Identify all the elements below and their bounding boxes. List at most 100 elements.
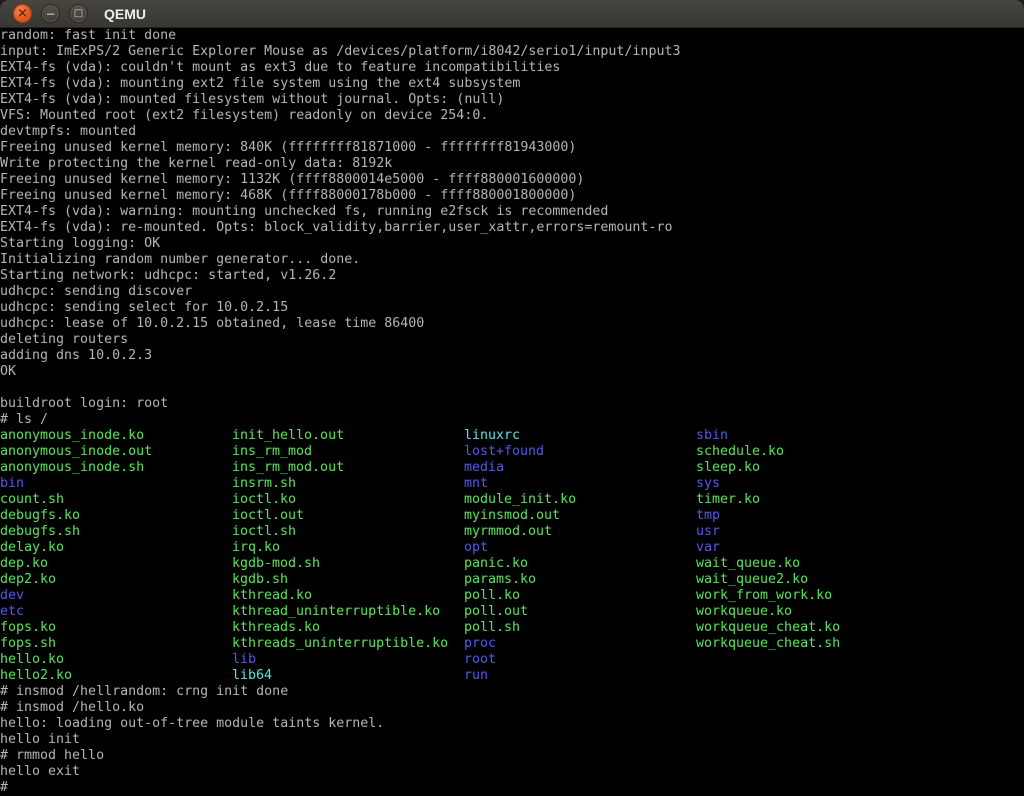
console-line: hello init (0, 732, 80, 748)
console-line: VFS: Mounted root (ext2 filesystem) read… (0, 108, 488, 124)
file-entry: wait_queue2.ko (696, 572, 808, 588)
file-entry: opt (464, 540, 488, 556)
file-entry: fops.sh (0, 636, 56, 652)
file-entry: timer.ko (696, 492, 760, 508)
file-entry: lib64 (232, 668, 272, 684)
file-entry: dep2.ko (0, 572, 56, 588)
file-entry: media (464, 460, 504, 476)
file-entry: poll.ko (464, 588, 520, 604)
console-line: OK (0, 364, 16, 380)
file-entry: fops.ko (0, 620, 56, 636)
console-line: udhcpc: sending select for 10.0.2.15 (0, 300, 288, 316)
file-entry: lost+found (464, 444, 544, 460)
file-entry: debugfs.ko (0, 508, 80, 524)
file-entry: var (696, 540, 720, 556)
console-line: Starting network: udhcpc: started, v1.26… (0, 268, 336, 284)
file-entry: hello2.ko (0, 668, 72, 684)
maximize-button[interactable]: □ (69, 4, 88, 23)
file-entry: poll.sh (464, 620, 520, 636)
file-entry: mnt (464, 476, 488, 492)
file-entry: kthread.ko (232, 588, 312, 604)
minimize-button[interactable]: − (41, 4, 60, 23)
console-line: Initializing random number generator... … (0, 252, 360, 268)
file-entry: myinsmod.out (464, 508, 560, 524)
file-entry: workqueue_cheat.sh (696, 636, 840, 652)
console-line: # (0, 780, 16, 796)
file-entry: panic.ko (464, 556, 528, 572)
maximize-icon: □ (74, 9, 83, 19)
file-entry: myrmmod.out (464, 524, 552, 540)
console-line: Starting logging: OK (0, 236, 160, 252)
console-line: hello: loading out-of-tree module taints… (0, 716, 384, 732)
file-entry: ioctl.out (232, 508, 304, 524)
console-line: devtmpfs: mounted (0, 124, 136, 140)
file-entry: bin (0, 476, 24, 492)
file-entry: work_from_work.ko (696, 588, 832, 604)
file-entry: count.sh (0, 492, 64, 508)
file-entry: ins_rm_mod.out (232, 460, 344, 476)
console-line: EXT4-fs (vda): couldn't mount as ext3 du… (0, 60, 560, 76)
file-entry: root (464, 652, 496, 668)
file-entry: kgdb.sh (232, 572, 288, 588)
file-entry: ioctl.ko (232, 492, 296, 508)
file-entry: anonymous_inode.sh (0, 460, 144, 476)
console-line: # insmod /hellrandom: crng init done (0, 684, 288, 700)
file-entry: workqueue_cheat.ko (696, 620, 840, 636)
console-line: random: fast init done (0, 28, 176, 44)
file-entry: ioctl.sh (232, 524, 296, 540)
file-entry: irq.ko (232, 540, 280, 556)
console-line: udhcpc: lease of 10.0.2.15 obtained, lea… (0, 316, 424, 332)
file-entry: schedule.ko (696, 444, 784, 460)
file-entry: etc (0, 604, 24, 620)
console-line: EXT4-fs (vda): warning: mounting uncheck… (0, 204, 608, 220)
file-entry: lib (232, 652, 256, 668)
file-entry: sleep.ko (696, 460, 760, 476)
console-line: adding dns 10.0.2.3 (0, 348, 152, 364)
file-entry: init_hello.out (232, 428, 344, 444)
file-entry: tmp (696, 508, 720, 524)
console-line: udhcpc: sending discover (0, 284, 192, 300)
file-entry: ins_rm_mod (232, 444, 312, 460)
file-entry: kthreads_uninterruptible.ko (232, 636, 448, 652)
file-entry: debugfs.sh (0, 524, 80, 540)
console-line: hello exit (0, 764, 80, 780)
file-entry: kthreads.ko (232, 620, 320, 636)
file-entry: usr (696, 524, 720, 540)
console-line: Write protecting the kernel read-only da… (0, 156, 392, 172)
file-entry: anonymous_inode.ko (0, 428, 144, 444)
file-entry: sbin (696, 428, 728, 444)
console-line: EXT4-fs (vda): mounted filesystem withou… (0, 92, 504, 108)
file-entry: params.ko (464, 572, 536, 588)
close-button[interactable]: × (13, 4, 32, 23)
close-icon: × (17, 7, 28, 20)
console-line: deleting routers (0, 332, 128, 348)
titlebar: × − □ QEMU (0, 0, 1024, 28)
file-entry: sys (696, 476, 720, 492)
console-line: # ls / (0, 412, 48, 428)
console-line: Freeing unused kernel memory: 840K (ffff… (0, 140, 576, 156)
file-entry: workqueue.ko (696, 604, 792, 620)
file-entry: proc (464, 636, 496, 652)
file-entry: dev (0, 588, 24, 604)
file-entry: wait_queue.ko (696, 556, 800, 572)
file-entry: kgdb-mod.sh (232, 556, 320, 572)
file-entry: insrm.sh (232, 476, 296, 492)
file-entry: kthread_uninterruptible.ko (232, 604, 440, 620)
file-entry: anonymous_inode.out (0, 444, 152, 460)
console-line: EXT4-fs (vda): mounting ext2 file system… (0, 76, 520, 92)
file-entry: module_init.ko (464, 492, 576, 508)
qemu-window: × − □ QEMU random: fast init doneinput: … (0, 0, 1024, 796)
console-line: input: ImExPS/2 Generic Explorer Mouse a… (0, 44, 680, 60)
console-line: EXT4-fs (vda): re-mounted. Opts: block_v… (0, 220, 672, 236)
console-line: # rmmod hello (0, 748, 104, 764)
minimize-icon: − (45, 8, 55, 20)
file-entry: run (464, 668, 488, 684)
console-line: Freeing unused kernel memory: 468K (ffff… (0, 188, 576, 204)
console-line: Freeing unused kernel memory: 1132K (fff… (0, 172, 584, 188)
file-entry: linuxrc (464, 428, 520, 444)
file-entry: poll.out (464, 604, 528, 620)
console-line: buildroot login: root (0, 396, 168, 412)
terminal-screen[interactable]: random: fast init doneinput: ImExPS/2 Ge… (0, 28, 1024, 796)
file-entry: dep.ko (0, 556, 48, 572)
file-entry: hello.ko (0, 652, 64, 668)
